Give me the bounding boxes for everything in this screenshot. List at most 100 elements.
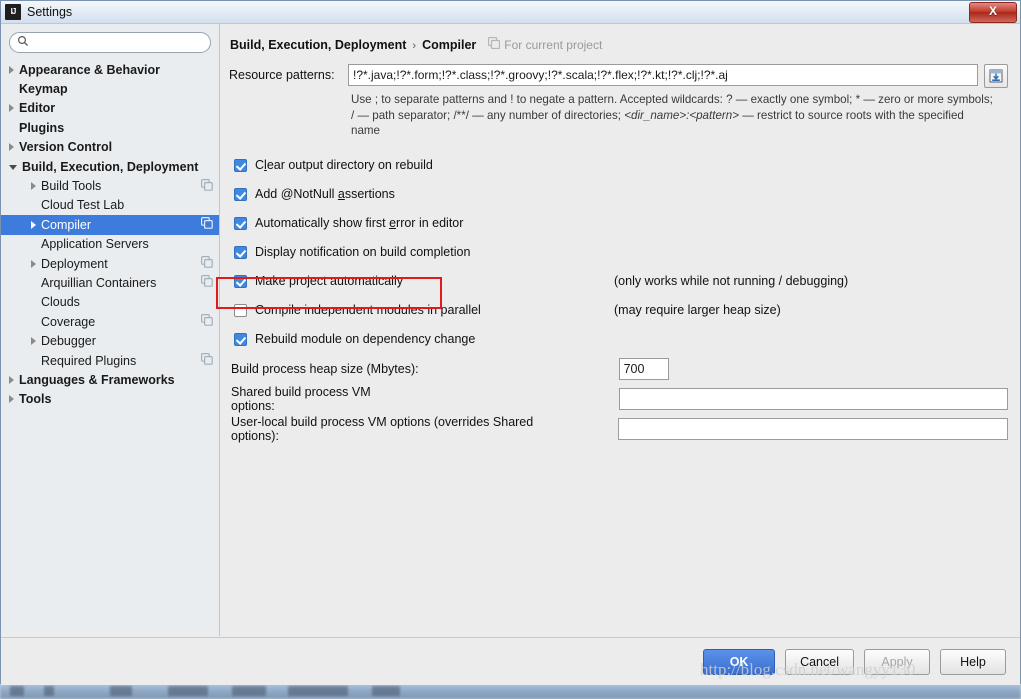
- copy-scope-icon: [201, 275, 213, 290]
- cancel-button[interactable]: Cancel: [785, 648, 854, 675]
- sidebar-item-clouds[interactable]: Clouds: [1, 293, 219, 312]
- checkbox-row-make-project-automatically[interactable]: Make project automatically (only works wh…: [229, 267, 1008, 296]
- copy-scope-icon: [201, 178, 213, 194]
- checkbox-display-notification-on-build-completion[interactable]: [234, 245, 247, 259]
- sidebar-item-version-control[interactable]: Version Control: [1, 138, 219, 157]
- sidebar-item-plugins[interactable]: Plugins: [1, 118, 219, 137]
- intellij-logo-icon: IJ: [5, 4, 21, 20]
- field-input-shared-build-process-vm-options[interactable]: [618, 387, 1008, 410]
- settings-tree[interactable]: Appearance & Behavior Keymap Editor Plugins…: [1, 60, 219, 636]
- checkbox-label: Automatically show first error in editor: [255, 216, 463, 230]
- checkbox-label-mnemonic: a: [337, 187, 345, 201]
- checkbox-label-mnemonic: e: [389, 216, 397, 230]
- checkbox-rebuild-module-on-dependency-change[interactable]: [234, 332, 247, 346]
- search-box[interactable]: [9, 32, 211, 53]
- expand-insert-icon[interactable]: [984, 64, 1008, 88]
- checkbox-hint: (may require larger heap size): [614, 303, 781, 317]
- sidebar-item-cloud-test-lab[interactable]: Cloud Test Lab: [1, 196, 219, 215]
- dialog-body: Appearance & Behavior Keymap Editor Plugins…: [1, 24, 1020, 685]
- chevron-right-icon[interactable]: [31, 337, 36, 346]
- sidebar-item-coverage[interactable]: Coverage: [1, 312, 219, 331]
- sidebar-item-arquillian-containers[interactable]: Arquillian Containers: [1, 273, 219, 292]
- checkbox-clear-output-directory-on-rebuild[interactable]: [234, 158, 247, 172]
- checkbox-row-display-notification-on-build-completion[interactable]: Display notification on build completion: [229, 238, 1008, 267]
- checkbox-label: Compile independent modules in parallel: [255, 303, 481, 317]
- checkbox-row-automatically-show-first-error-in-editor[interactable]: Automatically show first error in editor: [229, 209, 1008, 238]
- dialog-button-bar: OK Cancel Apply Help: [1, 637, 1020, 685]
- sidebar-item-deployment[interactable]: Deployment: [1, 254, 219, 273]
- checkbox-label: Display notification on build completion: [255, 245, 470, 259]
- sidebar-item-build-tools[interactable]: Build Tools: [1, 176, 219, 195]
- chevron-right-icon[interactable]: [31, 259, 36, 268]
- sidebar-item-label: Tools: [19, 392, 52, 407]
- checkbox-label-pre: Display notification on build completion: [255, 245, 471, 259]
- close-window-button[interactable]: X: [969, 2, 1017, 23]
- sidebar-item-editor[interactable]: Editor: [1, 99, 219, 118]
- scope-note-label: For current project: [504, 37, 603, 52]
- help-line-2-a: / — path separator; /**/ — any number of…: [351, 108, 625, 122]
- chevron-right-icon[interactable]: [9, 143, 14, 152]
- checkbox-row-rebuild-module-on-dependency-change[interactable]: Rebuild module on dependency change: [229, 325, 1008, 354]
- checkbox-label: Add @NotNull assertions: [255, 187, 395, 201]
- search-input[interactable]: [33, 34, 202, 51]
- chevron-down-icon[interactable]: [9, 165, 17, 171]
- sidebar-item-build-execution-deployment[interactable]: Build, Execution, Deployment: [1, 157, 219, 176]
- checkbox-label: Clear output directory on rebuild: [255, 158, 433, 172]
- checkbox-label: Make project automatically: [255, 274, 403, 288]
- sidebar-item-label: Deployment: [41, 256, 108, 271]
- field-input-build-process-heap-size-mbytes[interactable]: [618, 357, 669, 380]
- checkbox-label-pre: Rebuild module on dependency change: [255, 332, 476, 346]
- copy-scope-icon: [201, 256, 213, 271]
- sidebar-item-compiler[interactable]: Compiler: [1, 215, 219, 235]
- copy-scope-icon: [488, 36, 501, 52]
- checkbox-label-post: rror in editor: [396, 216, 464, 230]
- checkbox-label-pre: Make project automatically: [255, 274, 403, 288]
- window-title: Settings: [27, 5, 73, 19]
- checkbox-automatically-show-first-error-in-editor[interactable]: [234, 216, 247, 230]
- sidebar-item-keymap[interactable]: Keymap: [1, 79, 219, 98]
- checkbox-compile-independent-modules-in-parallel[interactable]: [234, 303, 247, 317]
- help-button[interactable]: Help: [940, 648, 1006, 675]
- sidebar-item-label: Cloud Test Lab: [41, 198, 125, 213]
- sidebar-item-debugger[interactable]: Debugger: [1, 331, 219, 350]
- checkbox-label-pre: Add @NotNull: [255, 187, 338, 201]
- chevron-right-icon[interactable]: [31, 182, 36, 191]
- compiler-options-list: Clear output directory on rebuild Add @No…: [229, 151, 1008, 354]
- sidebar-item-label: Debugger: [41, 334, 96, 349]
- help-line-1: Use ; to separate patterns and ! to nega…: [351, 93, 993, 106]
- checkbox-hint: (only works while not running / debuggin…: [614, 274, 849, 288]
- chevron-right-icon[interactable]: [9, 395, 14, 404]
- sidebar-item-tools[interactable]: Tools: [1, 390, 219, 409]
- help-line-2-b: — restrict to source roots with the spec…: [738, 108, 964, 122]
- sidebar-item-label: Build, Execution, Deployment: [22, 159, 199, 174]
- resource-patterns-label: Resource patterns:: [229, 68, 335, 82]
- compiler-settings-panel: Build, Execution, Deployment › Compiler …: [221, 24, 1020, 636]
- chevron-right-icon[interactable]: [9, 104, 14, 113]
- apply-button: Apply: [864, 648, 930, 675]
- breadcrumb-parent[interactable]: Build, Execution, Deployment: [230, 38, 406, 52]
- sidebar-item-label: Plugins: [19, 120, 65, 135]
- sidebar-item-required-plugins[interactable]: Required Plugins: [1, 351, 219, 370]
- field-label: Build process heap size (Mbytes):: [231, 361, 419, 376]
- field-input-user-local-build-process-vm-options-overrides-shared-options[interactable]: [618, 417, 1008, 440]
- sidebar-item-label: Coverage: [41, 314, 96, 329]
- checkbox-row-add-notnull-assertions[interactable]: Add @NotNull assertions: [229, 180, 1008, 209]
- sidebar-item-application-servers[interactable]: Application Servers: [1, 235, 219, 254]
- chevron-right-icon[interactable]: [9, 65, 14, 74]
- ok-button[interactable]: OK: [703, 648, 776, 675]
- copy-scope-icon: [201, 314, 213, 329]
- chevron-right-icon[interactable]: [31, 220, 36, 229]
- chevron-right-icon[interactable]: [9, 375, 14, 384]
- checkbox-row-clear-output-directory-on-rebuild[interactable]: Clear output directory on rebuild: [229, 151, 1008, 180]
- checkbox-label-pre: C: [255, 158, 265, 172]
- checkbox-add-notnull-assertions[interactable]: [234, 187, 247, 201]
- resource-patterns-input[interactable]: [348, 64, 978, 86]
- sidebar-item-languages-frameworks[interactable]: Languages & Frameworks: [1, 370, 219, 389]
- resource-patterns-help: Use ; to separate patterns and ! to nega…: [351, 92, 1008, 139]
- breadcrumb: Build, Execution, Deployment › Compiler …: [230, 36, 1008, 52]
- checkbox-row-compile-independent-modules-in-parallel[interactable]: Compile independent modules in parallel (…: [229, 296, 1008, 325]
- checkbox-make-project-automatically[interactable]: [234, 274, 247, 288]
- sidebar-item-appearance-behavior[interactable]: Appearance & Behavior: [1, 60, 219, 79]
- sidebar-item-label: Version Control: [19, 140, 113, 155]
- screen: IJ Settings X Appearance & Behavior Keym…: [0, 0, 1021, 699]
